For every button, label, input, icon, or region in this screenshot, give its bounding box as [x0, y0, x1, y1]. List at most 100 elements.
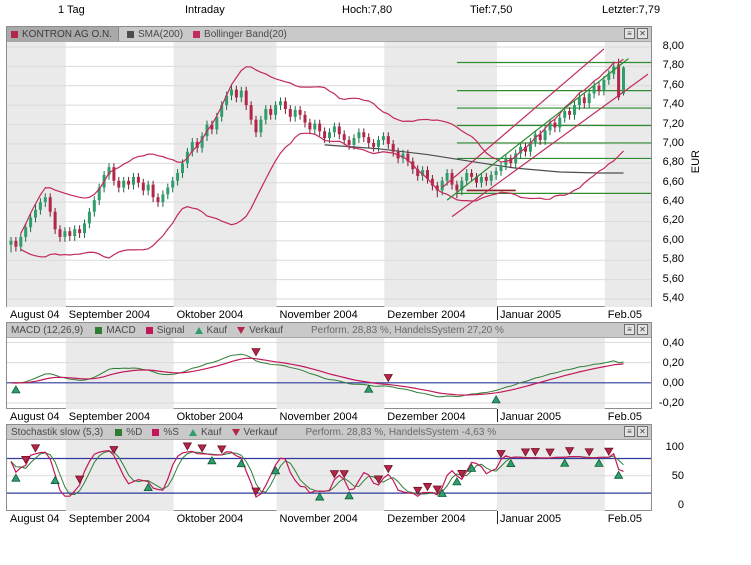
- y-tick-label: 8,00: [654, 40, 684, 52]
- x-axis-label: November 2004: [280, 513, 358, 525]
- timeframe-label[interactable]: 1 Tag: [58, 4, 85, 16]
- sell-signal-marker: [605, 448, 613, 455]
- sell-signal-marker: [384, 466, 392, 473]
- day-low-value: Tief:7,50: [470, 4, 512, 16]
- buy-signal-marker: [453, 478, 461, 485]
- y-tick-label: 5,60: [654, 273, 684, 285]
- y-tick-label: 0,20: [654, 357, 684, 369]
- legend-item-sma200[interactable]: SMA(200): [127, 29, 183, 40]
- x-axis-label: November 2004: [280, 411, 358, 423]
- stochastic-panel: Stochastik slow (5,3) %D %S Kauf Verkauf…: [6, 424, 652, 511]
- instrument-swatch-icon: [11, 31, 18, 38]
- panel-menu-icon[interactable]: ≡: [624, 426, 635, 437]
- legend-item-macd[interactable]: MACD: [95, 325, 135, 336]
- legend-item-bollinger[interactable]: Bollinger Band(20): [193, 29, 287, 40]
- price-panel: KONTRON AG O.N. SMA(200) Bollinger Band(…: [6, 26, 652, 307]
- y-tick-label: 7,00: [654, 137, 684, 149]
- sell-signal-marker: [183, 443, 191, 450]
- buy-signal-marker: [237, 460, 245, 467]
- y-tick-label: 6,00: [654, 234, 684, 246]
- buy-triangle-icon: [195, 327, 203, 334]
- y-tick-label: 0: [654, 499, 684, 511]
- price-panel-buttons: ≡ ✕: [624, 28, 648, 39]
- y-tick-label: -0,20: [654, 397, 684, 409]
- panel-close-icon[interactable]: ✕: [637, 426, 648, 437]
- x-axis-label: September 2004: [69, 411, 150, 423]
- instrument-name: KONTRON AG O.N.: [22, 29, 112, 40]
- macd-panel-legend: MACD (12,26,9) MACD Signal Kauf Verkauf …: [7, 323, 651, 338]
- y-tick-label: 7,20: [654, 118, 684, 130]
- price-chart-canvas[interactable]: [7, 42, 651, 307]
- y-tick-label: 6,20: [654, 214, 684, 226]
- stochastic-plot-area: [7, 440, 651, 511]
- stochastic-panel-legend: Stochastik slow (5,3) %D %S Kauf Verkauf…: [7, 425, 651, 440]
- x-axis-label: Dezember 2004: [387, 309, 465, 321]
- buy-signal-marker: [51, 477, 59, 484]
- stochastic-panel-buttons: ≡ ✕: [624, 426, 648, 437]
- macd-plot-area: [7, 338, 651, 409]
- macd-series-label: MACD: [106, 325, 135, 336]
- stoch-sell-label: Verkauf: [244, 427, 278, 438]
- stochastic-chart-canvas[interactable]: [7, 440, 651, 511]
- buy-signal-marker: [12, 386, 20, 393]
- buy-signal-marker: [208, 457, 216, 464]
- macd-swatch-icon: [95, 327, 102, 334]
- currency-axis-label: EUR: [690, 150, 702, 173]
- bollinger-swatch-icon: [193, 31, 200, 38]
- panel-menu-icon[interactable]: ≡: [624, 324, 635, 335]
- x-axis-label: Oktober 2004: [177, 411, 244, 423]
- year-separator: [497, 511, 498, 524]
- legend-item-percent-d[interactable]: %D: [115, 427, 142, 438]
- x-axis-label: November 2004: [280, 309, 358, 321]
- y-tick-label: 7,60: [654, 79, 684, 91]
- legend-item-instrument[interactable]: KONTRON AG O.N.: [7, 27, 119, 41]
- quote-summary-bar: 1 Tag Intraday Hoch:7,80 Tief:7,50 Letzt…: [0, 0, 751, 24]
- legend-item-macd-kauf[interactable]: Kauf: [195, 325, 228, 336]
- y-tick-label: 0,00: [654, 377, 684, 389]
- legend-item-stoch-kauf[interactable]: Kauf: [189, 427, 222, 438]
- x-axis-label: Januar 2005: [500, 513, 561, 525]
- last-price-value: Letzter:7,79: [602, 4, 660, 16]
- sell-signal-marker: [32, 445, 40, 452]
- sell-triangle-icon: [232, 429, 240, 436]
- legend-item-percent-s[interactable]: %S: [152, 427, 179, 438]
- stochastic-performance: Perform. 28,83 %, HandelsSystem -4,63 %: [305, 427, 496, 438]
- x-axis-label: Oktober 2004: [177, 309, 244, 321]
- signal-series-label: Signal: [157, 325, 185, 336]
- chart-type-label[interactable]: Intraday: [185, 4, 225, 16]
- macd-sell-label: Verkauf: [249, 325, 283, 336]
- y-tick-label: 50: [654, 470, 684, 482]
- sell-signal-marker: [424, 483, 432, 490]
- legend-item-stoch-verkauf[interactable]: Verkauf: [232, 427, 278, 438]
- y-tick-label: 100: [654, 441, 684, 453]
- x-axis-label: Januar 2005: [500, 411, 561, 423]
- x-axis-label: August 04: [10, 411, 60, 423]
- panel-menu-icon[interactable]: ≡: [624, 28, 635, 39]
- year-separator: [497, 409, 498, 422]
- y-tick-label: 6,60: [654, 176, 684, 188]
- legend-item-signal[interactable]: Signal: [146, 325, 185, 336]
- sell-signal-marker: [252, 349, 260, 356]
- y-tick-label: 6,80: [654, 156, 684, 168]
- x-axis-macd: August 04 September 2004 Oktober 2004 Novem…: [6, 409, 666, 424]
- day-high-value: Hoch:7,80: [342, 4, 392, 16]
- panel-close-icon[interactable]: ✕: [637, 324, 648, 335]
- sma200-swatch-icon: [127, 31, 134, 38]
- price-panel-legend: KONTRON AG O.N. SMA(200) Bollinger Band(…: [7, 27, 651, 42]
- sell-signal-marker: [252, 488, 260, 495]
- macd-chart-canvas[interactable]: [7, 338, 651, 409]
- sell-signal-marker: [218, 446, 226, 453]
- legend-item-macd-verkauf[interactable]: Verkauf: [237, 325, 283, 336]
- x-axis-price: August 04September 2004Oktober 2004Novem…: [6, 307, 666, 322]
- x-axis-label: Oktober 2004: [177, 513, 244, 525]
- y-tick-label: 7,80: [654, 59, 684, 71]
- y-tick-label: 6,40: [654, 195, 684, 207]
- stock-chart-application: 1 Tag Intraday Hoch:7,80 Tief:7,50 Letzt…: [0, 0, 751, 565]
- x-axis-label: September 2004: [69, 309, 150, 321]
- panel-close-icon[interactable]: ✕: [637, 28, 648, 39]
- x-axis-label: Feb.05: [608, 309, 642, 321]
- buy-triangle-icon: [189, 429, 197, 436]
- macd-buy-label: Kauf: [207, 325, 228, 336]
- year-separator: [497, 307, 498, 320]
- bollinger-label: Bollinger Band(20): [204, 29, 287, 40]
